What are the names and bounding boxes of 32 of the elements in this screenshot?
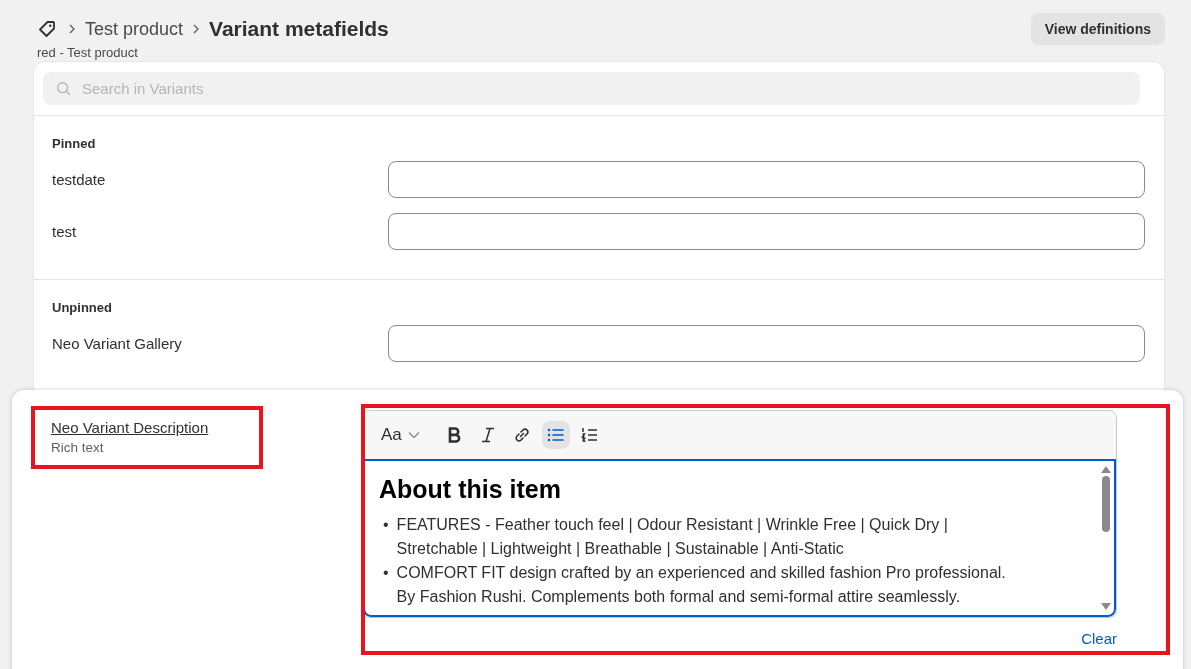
content-heading: About this item xyxy=(379,475,562,504)
input-field[interactable] xyxy=(388,325,1145,362)
bullet-marker: • xyxy=(383,515,389,535)
tag-icon[interactable] xyxy=(37,19,57,39)
search-field[interactable]: Search in Variants xyxy=(43,72,1140,105)
field-label: testdate xyxy=(52,171,106,188)
rich-text-area[interactable] xyxy=(363,459,1116,617)
search-icon xyxy=(55,80,73,98)
section-title: Unpinned xyxy=(52,300,113,315)
input-field[interactable] xyxy=(388,161,1145,198)
scroll-down-icon[interactable] xyxy=(1101,603,1111,611)
bullet-text: COMFORT FIT design crafted by an experienced and skilled fashion Pro professional. By Fashion Rushi. Complements both formal and semi-formal attire seamlessly. xyxy=(396,563,1007,607)
text-style-dropdown[interactable]: Aa xyxy=(375,421,426,449)
caret-icon xyxy=(407,431,420,439)
chevron-icon xyxy=(68,23,76,35)
section-title: Pinned xyxy=(52,136,97,151)
scroll-up-icon[interactable] xyxy=(1101,465,1111,473)
bullet-marker: • xyxy=(383,563,389,583)
page-subtitle: red - Test product xyxy=(37,45,139,60)
chevron-icon xyxy=(192,23,201,35)
field-label: Neo Variant Gallery xyxy=(52,335,182,352)
bullet-list-icon[interactable] xyxy=(541,421,570,449)
field-label: test xyxy=(52,223,77,240)
field-type: Rich text xyxy=(51,440,105,455)
field-label-link[interactable]: Neo Variant Description xyxy=(51,419,362,436)
scrollbar-thumb[interactable] xyxy=(1102,476,1110,532)
breadcrumb-link[interactable]: Test product xyxy=(85,18,184,40)
clear-link[interactable]: Clear xyxy=(1081,630,1117,647)
view-definitions-button[interactable]: View definitions xyxy=(1030,13,1165,45)
input-field[interactable] xyxy=(388,213,1145,250)
bullet-text: FEATURES - Feather touch feel | Odour Resistant | Wrinkle Free | Quick Dry | Stretchable | Lightweight | Breathable | Sustainable | Anti-Static xyxy=(396,515,949,559)
page-title: Variant metafields xyxy=(209,17,389,41)
